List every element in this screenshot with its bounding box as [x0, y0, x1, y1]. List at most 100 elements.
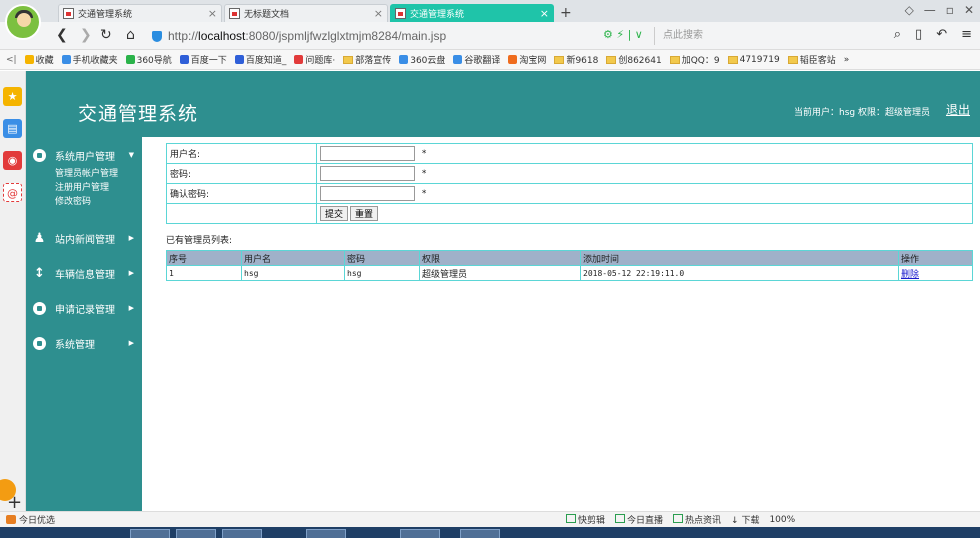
username-input[interactable] [320, 146, 415, 161]
status-item[interactable]: 100% [769, 515, 795, 525]
reload-icon[interactable]: ↻ [100, 27, 112, 43]
reset-button[interactable]: 重置 [350, 206, 379, 221]
bookmark-item[interactable]: 加QQ：9 [669, 53, 720, 66]
bookmark-item[interactable]: 淘宝网 [508, 53, 546, 66]
menu-header[interactable]: 系统用户管理 ▼ [26, 147, 142, 163]
baidu-icon [179, 55, 189, 64]
mail-icon[interactable]: @ [3, 183, 22, 202]
form-cell: 提交 重置 [316, 203, 973, 224]
browser-tab-active[interactable]: 交通管理系统 × [390, 4, 554, 22]
bookmark-item[interactable]: 百度一下 [179, 53, 227, 66]
url-extension-icons[interactable]: ⚙ ⚡ | ∨ [603, 28, 643, 41]
security-shield-icon [152, 30, 162, 42]
bookmark-item[interactable]: 4719719 [727, 55, 780, 65]
notes-icon[interactable]: ▤ [3, 119, 22, 138]
logout-link[interactable]: 退出 [946, 101, 970, 118]
bookmark-label: 谷歌翻译 [464, 56, 501, 66]
close-icon[interactable]: × [540, 7, 549, 20]
status-item[interactable]: 今日直播 [615, 513, 663, 526]
bookmark-item[interactable]: 部落宣传 [343, 53, 391, 66]
forward-icon[interactable]: ❯ [80, 27, 92, 43]
star-icon [24, 55, 34, 64]
minimize-button[interactable]: — [924, 3, 936, 17]
nav360-icon [125, 55, 135, 64]
folder-icon [343, 55, 354, 64]
cell-username: hsg [241, 265, 345, 281]
submit-button[interactable]: 提交 [320, 206, 349, 221]
page-icon [229, 8, 240, 19]
taskbar-button[interactable] [176, 529, 216, 538]
bookmark-item[interactable]: 收藏 [24, 53, 54, 66]
bookmark-item[interactable]: 手机收藏夹 [61, 53, 118, 66]
confirm-password-input[interactable] [320, 186, 415, 201]
taskbar-button[interactable] [306, 529, 346, 538]
bookmark-item[interactable]: 问题库· [294, 53, 335, 66]
browser-statusbar: 今日优选 快剪辑 今日直播 热点资讯 ↓ 下载 100% [0, 511, 980, 527]
menu-system: 系统管理 ▶ [26, 335, 142, 351]
maximize-button[interactable]: ▫ [946, 3, 954, 17]
menu-label: 系统管理 [55, 339, 95, 351]
menu-icon[interactable]: ≡ [961, 27, 972, 42]
bookmark-item[interactable]: 百度知道_ [234, 53, 287, 66]
add-sidebar-button[interactable]: + [0, 479, 26, 513]
menu-header[interactable]: 申请记录管理 ▶ [26, 300, 142, 316]
delete-link[interactable]: 删除 [901, 270, 919, 280]
skin-icon[interactable]: ◇ [905, 3, 914, 17]
bookmark-item[interactable]: 360云盘 [399, 53, 445, 66]
form-cell: * [316, 183, 973, 204]
status-item-label: 热点资讯 [685, 516, 722, 526]
today-picks-label[interactable]: 今日优选 [19, 513, 55, 526]
required-mark: * [421, 149, 427, 159]
taskbar-button[interactable] [130, 529, 170, 538]
gift-icon [6, 515, 16, 524]
bookmark-label: 百度知道_ [245, 56, 287, 66]
close-icon[interactable]: × [208, 7, 217, 20]
new-tab-button[interactable]: + [560, 5, 572, 21]
taskbar-button[interactable] [222, 529, 262, 538]
bookmark-label: 收藏 [35, 56, 54, 66]
password-input[interactable] [320, 166, 415, 181]
search-icon[interactable]: ⌕ [894, 27, 901, 42]
bookmark-item[interactable]: 谷歌翻译 [453, 53, 500, 66]
status-item[interactable]: 快剪辑 [566, 513, 605, 526]
browser-tab[interactable]: 无标题文档 × [224, 4, 388, 22]
user-avatar[interactable] [5, 4, 41, 40]
column-header: 用户名 [241, 250, 345, 266]
settings-icon [33, 336, 46, 350]
address-bar[interactable]: http://localhost:8080/jspmljfwzlglxtmjm8… [152, 26, 604, 46]
close-window-button[interactable]: ✕ [964, 3, 974, 17]
bookmark-item[interactable]: 360导航 [125, 53, 172, 66]
status-item[interactable]: 热点资讯 [673, 513, 721, 526]
submenu-item-admin-accounts[interactable]: 管理员帐户管理 [55, 167, 142, 181]
submenu-item-registered-users[interactable]: 注册用户管理 [55, 181, 142, 195]
back-icon[interactable]: ❮ [56, 27, 68, 43]
app-title: 交通管理系统 [78, 103, 199, 125]
column-header: 操作 [898, 250, 973, 266]
bookmark-item[interactable]: 新9618 [554, 53, 598, 66]
search-input[interactable]: 点此搜索 [654, 27, 894, 45]
bookmark-label: » [843, 54, 850, 65]
submenu-item-change-password[interactable]: 修改密码 [55, 195, 142, 209]
current-user-info: 当前用户：hsg 权限：超级管理员 [794, 108, 930, 118]
sidebar-toggle-icon[interactable]: <| [6, 55, 17, 65]
menu-header[interactable]: ♟ 站内新闻管理 ▶ [26, 230, 142, 246]
folder-icon [787, 55, 798, 64]
tablet-icon[interactable]: ▯ [915, 27, 922, 42]
weibo-icon[interactable]: ◉ [3, 151, 22, 170]
taskbar-button[interactable] [460, 529, 500, 538]
close-icon[interactable]: × [374, 7, 383, 20]
browser-tab[interactable]: 交通管理系统 × [58, 4, 222, 22]
app-header: 交通管理系统 当前用户：hsg 权限：超级管理员 退出 [26, 71, 980, 137]
bookmark-item[interactable]: » [844, 55, 850, 65]
undo-icon[interactable]: ↶ [936, 27, 947, 42]
home-icon[interactable]: ⌂ [126, 27, 135, 43]
taskbar-button[interactable] [400, 529, 440, 538]
bookmark-item[interactable]: 韬臣客站 [787, 53, 836, 66]
bookmark-item[interactable]: 创862641 [606, 53, 662, 66]
folder-icon [554, 55, 565, 64]
status-item[interactable]: ↓ 下载 [731, 513, 759, 526]
favorites-icon[interactable]: ★ [3, 87, 22, 106]
menu-header[interactable]: 系统管理 ▶ [26, 335, 142, 351]
menu-header[interactable]: ↕ 车辆信息管理 ▶ [26, 265, 142, 281]
menu-label: 申请记录管理 [55, 304, 115, 316]
